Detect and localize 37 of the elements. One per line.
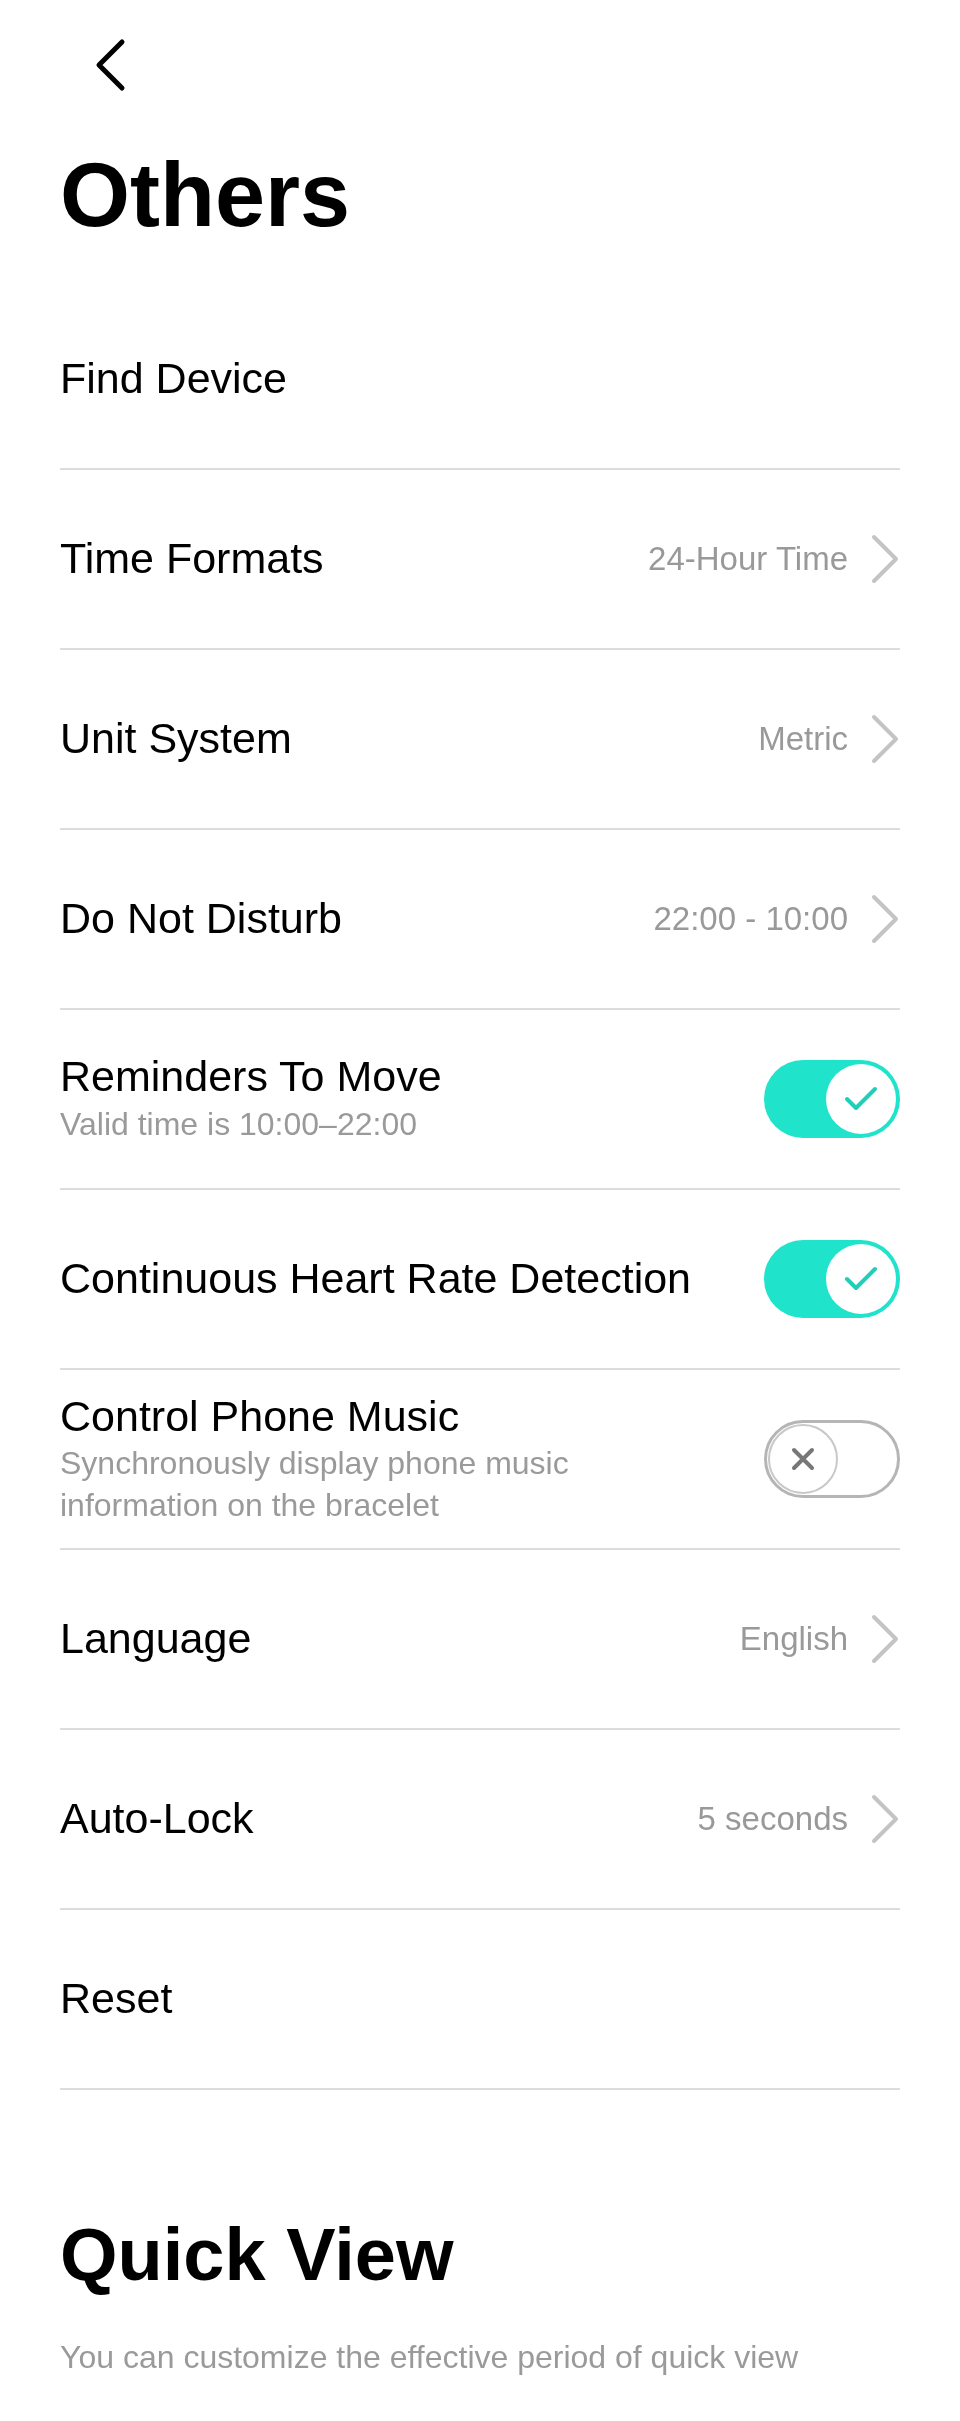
chevron-right-icon: [870, 533, 900, 585]
setting-label: Continuous Heart Rate Detection: [60, 1254, 692, 1304]
setting-row[interactable]: Control Phone Music Synchronously display phone music information on the bracelet: [60, 1370, 900, 1550]
page-title: Others: [60, 150, 351, 240]
setting-value: 24-Hour Time: [648, 539, 848, 580]
setting-value: English: [739, 1619, 848, 1660]
setting-label: Time Formats: [60, 534, 324, 584]
section-description: You can customize the effective period of quick view: [60, 2338, 800, 2377]
chevron-right-icon: [870, 893, 900, 945]
setting-row[interactable]: Continuous Heart Rate Detection: [60, 1190, 900, 1370]
chevron-right-icon: [870, 713, 900, 765]
chevron-right-icon: [870, 1793, 900, 1845]
setting-row[interactable]: Language English: [60, 1550, 900, 1730]
setting-row[interactable]: Find Device: [60, 290, 900, 470]
setting-label: Reset: [60, 1974, 173, 2024]
setting-label: Do Not Disturb: [60, 894, 342, 944]
setting-label: Auto-Lock: [60, 1794, 254, 1844]
setting-description: Valid time is 10:00–22:00: [60, 1104, 418, 1144]
setting-label: Find Device: [60, 354, 288, 404]
setting-row[interactable]: Auto-Lock 5 seconds: [60, 1730, 900, 1910]
setting-label: Control Phone Music: [60, 1391, 461, 1442]
setting-label: Unit System: [60, 714, 292, 764]
setting-row[interactable]: Reset: [60, 1910, 900, 2090]
setting-value: 22:00 - 10:00: [653, 899, 848, 940]
check-icon: [844, 1266, 878, 1292]
setting-description: Synchronously display phone music information on the bracelet: [60, 1444, 570, 1525]
setting-value: 5 seconds: [697, 1799, 848, 1840]
setting-label: Reminders To Move: [60, 1052, 442, 1102]
chevron-right-icon: [870, 1613, 900, 1665]
setting-row[interactable]: Time Formats 24-Hour Time: [60, 470, 900, 650]
setting-label: Language: [60, 1614, 252, 1664]
x-icon: [791, 1447, 815, 1471]
setting-value: Metric: [758, 719, 848, 760]
check-icon: [844, 1086, 878, 1112]
setting-row[interactable]: Reminders To Move Valid time is 10:00–22:00: [60, 1010, 900, 1190]
setting-row[interactable]: Unit System Metric: [60, 650, 900, 830]
setting-row[interactable]: Do Not Disturb 22:00 - 10:00: [60, 830, 900, 1010]
